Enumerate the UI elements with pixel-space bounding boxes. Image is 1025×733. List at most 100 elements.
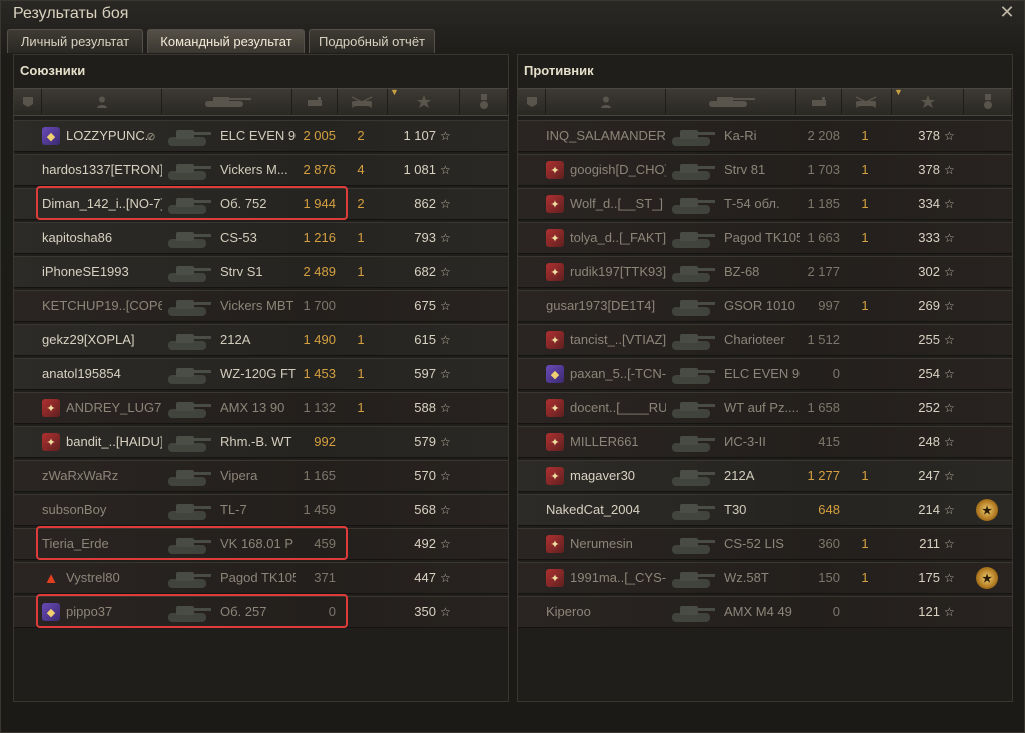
enemies-player-row[interactable]: ✦ rudik197[TTK93] BZ-68 2 177 302 ☆ — [518, 256, 1012, 288]
player-name: Wolf_d..[__ST_] — [570, 196, 663, 211]
enemies-player-row[interactable]: gusar1973[DE1T4] GSOR 1010 997 1 269 ☆ — [518, 290, 1012, 322]
allies-header-medal[interactable] — [460, 89, 508, 115]
player-name: kapitosha86 — [42, 230, 113, 245]
platoon-icon: ◆ — [42, 603, 60, 621]
enemies-header-kills[interactable] — [842, 89, 892, 115]
kills-value: 1 — [357, 264, 365, 279]
enemies-player-row[interactable]: ✦ magaver30 212A 1 277 1 247 ☆ — [518, 460, 1012, 492]
tab-detailed-report[interactable]: Подробный отчёт — [309, 29, 435, 53]
clan-emblem-icon: ✦ — [546, 467, 564, 485]
medal-icon[interactable]: ★ — [976, 499, 998, 521]
allies-player-row[interactable]: hardos1337[ETRON] Vickers M... 2 876 4 1 081… — [14, 154, 508, 186]
allies-player-row[interactable]: anatol195854 WZ-120G FT 1 453 1 597 ☆ — [14, 358, 508, 390]
allies-player-row[interactable]: KETCHUP19..[COP64] Vickers MBT 1 700 675 ☆ — [14, 290, 508, 322]
xp-value: 302 — [918, 264, 940, 279]
tank-name: AMX M4 49 — [724, 604, 792, 619]
star-icon: ☆ — [440, 537, 451, 551]
enemies-player-row[interactable]: ✦ MILLER661 ИС-3-II 415 248 ☆ — [518, 426, 1012, 458]
enemies-player-row[interactable]: INQ_SALAMANDER Ka-Ri 2 208 1 378 ☆ — [518, 120, 1012, 152]
tank-image-icon — [166, 225, 212, 251]
enemies-header-squad[interactable] — [518, 89, 546, 115]
allies-header-tank[interactable] — [162, 89, 292, 115]
allies-player-row[interactable]: Diman_142_i..[NO-7] Об. 752 1 944 2 862 ☆ — [14, 188, 508, 220]
enemies-player-row[interactable]: Kiperoo AMX M4 49 0 121 ☆ — [518, 596, 1012, 628]
star-icon: ☆ — [944, 401, 955, 415]
tank-image-icon — [166, 497, 212, 523]
player-icon — [599, 95, 613, 109]
xp-value: 568 — [414, 502, 436, 517]
player-name: rudik197[TTK93] — [570, 264, 666, 279]
allies-player-row[interactable]: ✦ ANDREY_LUG78 AMX 13 90 1 132 1 588 ☆ — [14, 392, 508, 424]
kills-value — [338, 529, 384, 559]
player-name: docent..[____RU] — [570, 400, 666, 415]
medal-icon[interactable]: ★ — [976, 567, 998, 589]
star-icon: ☆ — [944, 129, 955, 143]
allies-player-row[interactable]: ✦ bandit_..[HAIDU] Rhm.-B. WT 992 579 ☆ — [14, 426, 508, 458]
allies-player-row[interactable]: ◆ LOZZYPUNC.. ⊘ ELC EVEN 90 2 005 2 1 107 ☆ — [14, 120, 508, 152]
star-icon: ☆ — [944, 571, 955, 585]
xp-value: 597 — [414, 366, 436, 381]
clan-emblem-icon: ✦ — [546, 569, 564, 587]
kills-value: 1 — [357, 400, 365, 415]
close-icon[interactable]: ✕ — [998, 3, 1016, 21]
star-icon: ☆ — [944, 163, 955, 177]
clan-emblem-icon: ✦ — [546, 399, 564, 417]
star-icon: ☆ — [440, 299, 451, 313]
player-name: tancist_..[VTIAZ] — [570, 332, 666, 347]
allies-header-squad[interactable] — [14, 89, 42, 115]
allies-header-dmg[interactable] — [292, 89, 338, 115]
kills-value: 2 — [357, 128, 365, 143]
player-name: googish[D_CHO] — [570, 162, 666, 177]
platoon-icon: ◆ — [546, 365, 564, 383]
enemies-header-tank[interactable] — [666, 89, 796, 115]
tank-image-icon — [670, 531, 716, 557]
enemies-player-row[interactable]: ✦ Nerumesin CS-52 LIS 360 1 211 ☆ — [518, 528, 1012, 560]
tank-name: WZ-120G FT — [220, 366, 296, 381]
tab-team-result[interactable]: Командный результат — [147, 29, 305, 53]
kills-value: 1 — [861, 230, 869, 245]
tank-name: Pagod TK105 — [724, 230, 800, 245]
allies-player-row[interactable]: subsonBoy TL-7 1 459 568 ☆ — [14, 494, 508, 526]
kills-value — [842, 359, 888, 389]
enemies-player-row[interactable]: ✦ 1991ma..[_CYS-] Wz.58T 150 1 175 ☆ ★ — [518, 562, 1012, 594]
allies-player-row[interactable]: kapitosha86 CS-53 1 216 1 793 ☆ — [14, 222, 508, 254]
enemies-player-row[interactable]: ✦ Wolf_d..[__ST_] Т-54 обл. 1 185 1 334 ☆ — [518, 188, 1012, 220]
damage-value: 2 208 — [807, 128, 840, 143]
kills-value: 4 — [357, 162, 365, 177]
star-icon — [920, 94, 936, 110]
star-icon: ☆ — [944, 367, 955, 381]
enemies-player-row[interactable]: ✦ googish[D_CHO] Strv 81 1 703 1 378 ☆ — [518, 154, 1012, 186]
enemies-header-medal[interactable] — [964, 89, 1012, 115]
tab-personal-result[interactable]: Личный результат — [7, 29, 143, 53]
allies-player-row[interactable]: ▲ Vystrel80 Pagod TK105 371 447 ☆ — [14, 562, 508, 594]
allies-player-row[interactable]: zWaRxWaRz Vipera 1 165 570 ☆ — [14, 460, 508, 492]
enemies-header-xp[interactable]: ▼ — [892, 87, 964, 115]
allies-title: Союзники — [20, 63, 86, 78]
tank-image-icon — [670, 157, 716, 183]
xp-value: 1 107 — [403, 128, 436, 143]
tank-image-icon — [166, 123, 212, 149]
enemies-header-player[interactable] — [546, 89, 666, 115]
allies-header-xp[interactable]: ▼ — [388, 87, 460, 115]
allies-header-kills[interactable] — [338, 89, 388, 115]
enemies-player-row[interactable]: NakedCat_2004 T30 648 214 ☆ ★ — [518, 494, 1012, 526]
allies-player-row[interactable]: Tieria_Erde VK 168.01 P 459 492 ☆ — [14, 528, 508, 560]
allies-player-row[interactable]: ◆ pippo37 Об. 257 0 350 ☆ — [14, 596, 508, 628]
enemies-header-dmg[interactable] — [796, 89, 842, 115]
xp-value: 211 — [919, 536, 940, 551]
tank-image-icon — [166, 191, 212, 217]
tank-image-icon — [670, 327, 716, 353]
enemies-player-row[interactable]: ◆ paxan_5..[-TCN-] ELC EVEN 90 0 254 ☆ — [518, 358, 1012, 390]
sort-indicator-icon: ▼ — [894, 87, 903, 97]
damage-value: 1 277 — [807, 468, 840, 483]
player-name: KETCHUP19..[COP64] — [42, 298, 162, 313]
allies-player-row[interactable]: gekz29[XOPLA] 212A 1 490 1 615 ☆ — [14, 324, 508, 356]
enemies-player-row[interactable]: ✦ tolya_d..[_FAKT] Pagod TK105 1 663 1 333 ☆ — [518, 222, 1012, 254]
star-icon: ☆ — [944, 265, 955, 279]
allies-player-row[interactable]: iPhoneSE1993 Strv S1 2 489 1 682 ☆ — [14, 256, 508, 288]
enemies-player-row[interactable]: ✦ docent..[____RU] WT auf Pz.... 1 658 252 ☆ — [518, 392, 1012, 424]
kills-value: 1 — [357, 366, 365, 381]
enemies-player-row[interactable]: ✦ tancist_..[VTIAZ] Charioteer 1 512 255 ☆ — [518, 324, 1012, 356]
allies-header-player[interactable] — [42, 89, 162, 115]
player-name: Nerumesin — [570, 536, 633, 551]
